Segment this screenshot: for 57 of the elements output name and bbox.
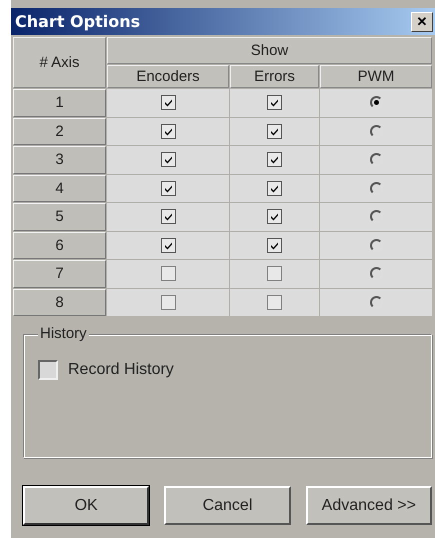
window-title: Chart Options: [15, 12, 140, 31]
checkbox[interactable]: [160, 180, 176, 196]
radio-button[interactable]: [370, 96, 382, 110]
checkbox[interactable]: [160, 152, 176, 168]
checkbox[interactable]: [267, 124, 282, 139]
radio-button[interactable]: [370, 296, 382, 309]
checkbox[interactable]: [160, 209, 176, 224]
row-header: 5: [13, 203, 106, 230]
check-icon: [270, 240, 279, 250]
checkbox[interactable]: [160, 124, 176, 139]
checkbox[interactable]: [267, 238, 282, 253]
check-icon: [270, 98, 279, 108]
dialog-button[interactable]: Cancel: [164, 486, 291, 525]
checkbox[interactable]: [160, 266, 176, 282]
column-header: Errors: [230, 65, 319, 88]
checkbox[interactable]: [267, 266, 282, 282]
check-icon: [164, 240, 172, 250]
checkbox[interactable]: [267, 294, 282, 310]
radio-button[interactable]: [370, 210, 382, 224]
column-header: # Axis: [13, 37, 106, 88]
row-header: 1: [13, 89, 106, 116]
checkbox[interactable]: [160, 95, 176, 110]
radio-button[interactable]: [370, 124, 382, 138]
row-header: 8: [13, 288, 106, 316]
radio-button[interactable]: [370, 182, 382, 195]
column-header: Encoders: [107, 65, 229, 88]
row-header: 3: [13, 146, 106, 174]
row-header: 2: [13, 118, 106, 145]
checkbox[interactable]: [267, 180, 282, 196]
checkbox-label[interactable]: Record History: [68, 361, 174, 379]
row-header: 6: [13, 232, 106, 259]
checkbox[interactable]: [267, 95, 282, 110]
row-header: 7: [13, 260, 106, 288]
radio-button[interactable]: [370, 238, 382, 252]
check-icon: [270, 126, 279, 136]
check-icon: [270, 212, 279, 222]
check-icon: [270, 155, 279, 164]
check-icon: [164, 98, 172, 108]
column-header: Show: [107, 37, 432, 64]
row-header: 4: [13, 174, 106, 202]
radio-button[interactable]: [370, 267, 382, 280]
check-icon: [164, 184, 172, 193]
check-icon: [164, 126, 172, 136]
checkbox[interactable]: [267, 209, 282, 224]
check-icon: [164, 155, 172, 164]
column-header: PWM: [320, 65, 432, 88]
group-label: History: [38, 325, 89, 342]
radio-button[interactable]: [370, 153, 382, 166]
checkbox[interactable]: [38, 360, 58, 380]
checkbox[interactable]: [267, 152, 282, 168]
close-button[interactable]: ✕: [411, 12, 433, 32]
dialog-button[interactable]: Advanced >>: [306, 486, 432, 525]
dialog-button[interactable]: OK: [23, 486, 150, 525]
checkbox[interactable]: [160, 238, 176, 253]
check-icon: [164, 212, 172, 222]
check-icon: [270, 184, 279, 193]
checkbox[interactable]: [160, 294, 176, 310]
